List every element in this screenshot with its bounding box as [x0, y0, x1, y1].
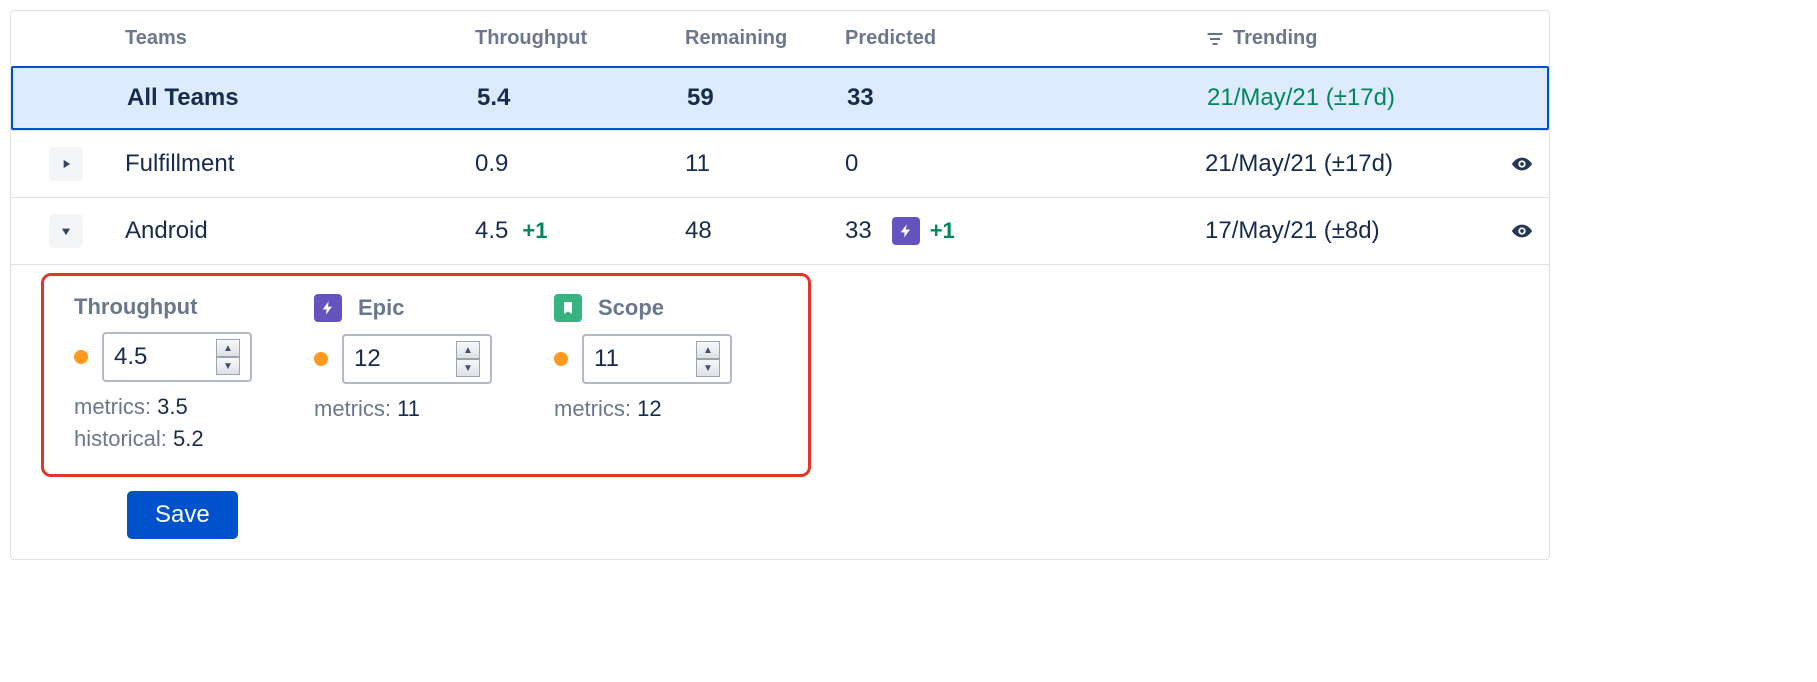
row-fulfillment[interactable]: Fulfillment 0.9 11 0 21/May/21 (±17d) [11, 130, 1549, 197]
modified-dot-icon [314, 352, 328, 366]
cell-all-throughput: 5.4 [473, 78, 683, 118]
epic-icon [892, 217, 920, 245]
throughput-metrics-value: 3.5 [157, 394, 188, 419]
forecast-table: Teams Throughput Remaining Predicted Tre… [10, 10, 1550, 560]
throughput-label: Throughput [74, 294, 304, 320]
cell-fulfillment-trending: 21/May/21 (±17d) [1201, 144, 1501, 184]
editor-panel: Throughput 4.5 ▲ ▼ metrics: 3.5 [41, 273, 811, 477]
header-trending: Trending [1201, 21, 1501, 56]
cell-fulfillment-throughput: 0.9 [471, 144, 681, 184]
scope-step-down[interactable]: ▼ [696, 359, 720, 377]
cell-android-throughput-value: 4.5 [475, 217, 508, 245]
epic-step-up[interactable]: ▲ [456, 341, 480, 359]
throughput-step-up[interactable]: ▲ [216, 339, 240, 357]
cell-all-actions-spacer [1503, 92, 1563, 104]
header-throughput: Throughput [471, 21, 681, 56]
save-button[interactable]: Save [127, 491, 238, 539]
cell-fulfillment-remaining: 11 [681, 144, 841, 184]
throughput-step-down[interactable]: ▼ [216, 357, 240, 375]
chevron-down-icon [59, 224, 73, 238]
epic-input[interactable]: 12 ▲ ▼ [342, 334, 492, 384]
throughput-historical: historical: 5.2 [74, 426, 304, 452]
throughput-editor: Throughput 4.5 ▲ ▼ metrics: 3.5 [74, 294, 304, 452]
scope-label: Scope [598, 295, 664, 321]
scope-input[interactable]: 11 ▲ ▼ [582, 334, 732, 384]
trending-sort-icon [1205, 29, 1225, 49]
eye-icon [1511, 218, 1533, 244]
epic-step-down[interactable]: ▼ [456, 359, 480, 377]
visibility-toggle-fulfillment[interactable] [1505, 147, 1539, 181]
epic-label: Epic [358, 295, 404, 321]
cell-android-predicted-value: 33 [845, 217, 872, 245]
cell-fulfillment-predicted: 0 [841, 144, 1201, 184]
historical-prefix: historical: [74, 426, 173, 451]
visibility-toggle-android[interactable] [1505, 214, 1539, 248]
cell-android-throughput: 4.5 +1 [471, 211, 681, 251]
scope-input-value: 11 [594, 345, 619, 373]
epic-metrics: metrics: 11 [314, 396, 544, 422]
android-editor-section: Throughput 4.5 ▲ ▼ metrics: 3.5 [11, 264, 1549, 559]
expand-button-fulfillment[interactable] [49, 147, 83, 181]
scope-metrics-value: 12 [637, 396, 661, 421]
eye-icon [1511, 151, 1533, 177]
cell-all-trending: 21/May/21 (±17d) [1203, 78, 1503, 118]
cell-android-remaining: 48 [681, 211, 841, 251]
modified-dot-icon [554, 352, 568, 366]
modified-dot-icon [74, 350, 88, 364]
cell-all-remaining: 59 [683, 78, 843, 118]
epic-icon [314, 294, 342, 322]
row-all-teams[interactable]: All Teams 5.4 59 33 21/May/21 (±17d) [11, 66, 1549, 130]
metrics-prefix: metrics: [314, 396, 397, 421]
table-header-row: Teams Throughput Remaining Predicted Tre… [11, 11, 1549, 66]
expand-button-android[interactable] [49, 214, 83, 248]
scope-step-up[interactable]: ▲ [696, 341, 720, 359]
cell-android-predicted-delta: +1 [930, 218, 955, 244]
scope-metrics: metrics: 12 [554, 396, 784, 422]
cell-all-name: All Teams [123, 78, 473, 118]
header-teams: Teams [121, 21, 471, 56]
header-trending-label: Trending [1233, 27, 1317, 50]
throughput-metrics: metrics: 3.5 [74, 394, 304, 420]
cell-android-predicted: 33 +1 [841, 211, 1201, 251]
header-actions-spacer [1501, 33, 1561, 45]
throughput-input-value: 4.5 [114, 343, 147, 371]
cell-fulfillment-name: Fulfillment [121, 144, 471, 184]
cell-android-throughput-delta: +1 [522, 218, 547, 244]
row-android[interactable]: Android 4.5 +1 48 33 +1 17/May/21 (±8d) [11, 197, 1549, 264]
throughput-historical-value: 5.2 [173, 426, 204, 451]
epic-editor: Epic 12 ▲ ▼ metrics: 11 [314, 294, 544, 452]
cell-android-trending: 17/May/21 (±8d) [1201, 211, 1501, 251]
metrics-prefix: metrics: [74, 394, 157, 419]
scope-editor: Scope 11 ▲ ▼ metrics: 12 [554, 294, 784, 452]
metrics-prefix: metrics: [554, 396, 637, 421]
chevron-right-icon [59, 157, 73, 171]
epic-input-value: 12 [354, 345, 381, 373]
cell-all-predicted: 33 [843, 78, 1203, 118]
header-expand-spacer [11, 33, 121, 45]
header-remaining: Remaining [681, 21, 841, 56]
epic-metrics-value: 11 [397, 396, 420, 421]
header-predicted: Predicted [841, 21, 1201, 56]
row-all-expand-spacer [13, 92, 123, 104]
cell-android-name: Android [121, 211, 471, 251]
throughput-input[interactable]: 4.5 ▲ ▼ [102, 332, 252, 382]
bookmark-icon [554, 294, 582, 322]
